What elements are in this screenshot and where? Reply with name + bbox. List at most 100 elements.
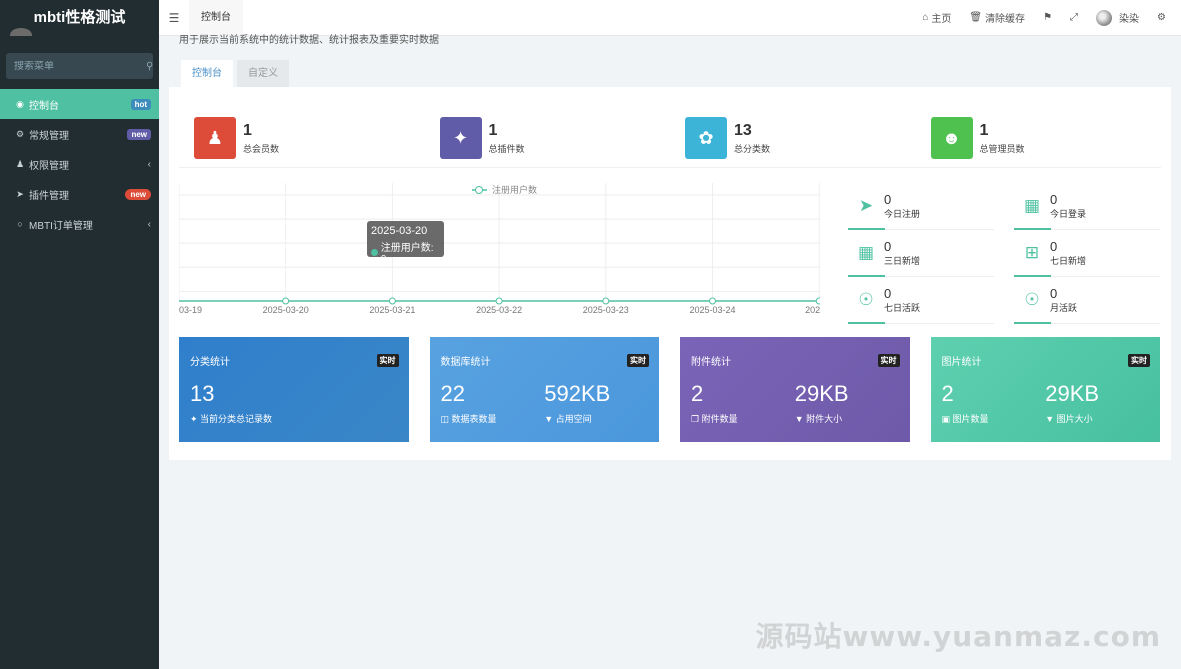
realtime-badge: 实时 — [627, 354, 649, 367]
tab-custom[interactable]: 自定义 — [237, 60, 289, 87]
new-badge: new — [127, 128, 151, 140]
mini-label: 七日新增 — [1050, 255, 1087, 266]
x-tick-label: 2025-0 — [805, 305, 820, 315]
card-label: 附件大小 — [806, 414, 843, 424]
menu-search-input[interactable] — [14, 60, 146, 72]
magic-icon: ✦ — [190, 414, 201, 424]
stat-admins: ☻ 1 总管理员数 — [915, 109, 1161, 168]
mini-stat-month-active: ☉ 0 月活跃 — [1014, 277, 1160, 324]
card-value: 2 — [941, 381, 954, 406]
language-button[interactable]: ⚑ — [1034, 12, 1061, 23]
clear-cache-label: 清除缓存 — [985, 14, 1026, 25]
magic-wand-icon: ✦ — [439, 117, 482, 159]
sidebar-item-label: 控制台 — [29, 100, 59, 112]
card-database-stats: 数据库统计 实时 22 ◫ 数据表数量 592KB ▼ 占用空间 — [429, 337, 659, 442]
tooltip-date: 2025-03-20 — [371, 225, 428, 237]
card-title: 分类统计 — [190, 357, 230, 368]
mini-stat-today-register: ➤ 0 今日注册 — [848, 183, 994, 230]
data-point — [282, 297, 290, 305]
language-icon: ⚑ — [1043, 12, 1053, 23]
search-icon[interactable]: ⚲ — [146, 61, 153, 72]
fullscreen-icon: ⤢ — [1070, 12, 1079, 23]
trash-icon: 🗑 — [969, 12, 983, 23]
tab-console[interactable]: 控制台 — [181, 60, 233, 87]
stat-label: 总分类数 — [734, 143, 771, 154]
sidebar-item-label: 权限管理 — [29, 160, 69, 172]
new-badge: new — [125, 188, 151, 200]
app-title-text: mbti性格测试 — [33, 9, 126, 26]
user-icon: ☻ — [930, 117, 973, 159]
sidebar-menu: ◉ 控制台 hot ⚙ 常规管理 new ♟ 权限管理 ‹ ➤ 插件管理 new… — [0, 89, 159, 239]
stat-label: 总插件数 — [488, 143, 525, 154]
gear-icon: ⚙ — [1157, 12, 1166, 23]
tab-dashboard[interactable]: 控制台 — [189, 0, 243, 36]
main-content: 用于展示当前系统中的统计数据、统计报表及重要实时数据 控制台 自定义 ♟ 1 总会… — [169, 36, 1171, 460]
avatar — [10, 28, 32, 36]
group-icon: ♟ — [15, 158, 25, 169]
stat-value: 1 — [243, 121, 252, 139]
data-point — [815, 297, 820, 305]
sidebar-item-general[interactable]: ⚙ 常规管理 new — [0, 119, 159, 149]
rocket-icon: ➤ — [858, 196, 874, 215]
mini-stat-seven-day: ⊞ 0 七日新增 — [1014, 230, 1160, 277]
clone-icon: ❐ — [691, 414, 702, 424]
data-point — [602, 297, 610, 305]
user-circle-icon: ☉ — [1024, 290, 1040, 309]
x-tick-label: 2025-03-24 — [689, 305, 735, 315]
topbar: ☰ 控制台 ⌂ 主页 🗑 清除缓存 ⚑ ⤢ 染染 ⚙ — [159, 0, 1181, 36]
card-label: 附件数量 — [701, 414, 738, 424]
mini-value: 0 — [884, 238, 892, 254]
mini-value: 0 — [884, 285, 892, 301]
settings-button[interactable]: ⚙ — [1148, 12, 1175, 23]
sidebar-item-label: 插件管理 — [29, 190, 69, 202]
mini-label: 今日注册 — [884, 208, 921, 219]
realtime-badge: 实时 — [877, 354, 900, 367]
stat-label: 总管理员数 — [979, 143, 1025, 154]
mini-value: 0 — [1050, 238, 1058, 254]
sidebar-item-mbti-orders[interactable]: ○ MBTI订单管理 ‹ — [0, 209, 159, 239]
sidebar-item-dashboard[interactable]: ◉ 控制台 hot — [0, 89, 159, 119]
user-menu[interactable]: 染染 — [1087, 9, 1148, 26]
card-category-stats: 分类统计 实时 13 ✦ 当前分类总记录数 — [179, 337, 409, 442]
sidebar-item-plugins[interactable]: ➤ 插件管理 new — [0, 179, 159, 209]
mini-value: 0 — [884, 191, 892, 207]
registration-chart: 03-19 2025-03-20 2025-03-21 2025-03-22 2025-… — [179, 183, 820, 323]
card-label: 占用空间 — [555, 414, 592, 424]
mini-stats: ➤ 0 今日注册 ▦ 0 今日登录 ▦ 0 三日新增 ⊞ 0 七日新增 ☉ 0 七日活跃 ☉ 0 月活跃 — [848, 183, 1160, 324]
cogs-icon: ⚙ — [15, 128, 25, 139]
data-point — [388, 297, 396, 305]
app-title[interactable]: mbti性格测试 — [0, 0, 159, 36]
users-icon: ♟ — [194, 117, 236, 159]
sidebar-item-label: MBTI订单管理 — [29, 220, 93, 232]
card-value: 29KB — [1045, 381, 1100, 406]
fullscreen-button[interactable]: ⤢ — [1061, 12, 1087, 23]
chart-tooltip: 2025-03-20 注册用户数: 0 — [367, 221, 444, 265]
sidebar-item-permissions[interactable]: ♟ 权限管理 ‹ — [0, 149, 159, 179]
image-icon: ▣ — [941, 414, 953, 424]
card-value: 22 — [440, 381, 465, 406]
user-circle-icon: ☉ — [858, 290, 874, 309]
chevron-left-icon: ‹ — [147, 158, 151, 170]
mini-value: 0 — [1050, 191, 1058, 207]
menu-toggle-icon[interactable]: ☰ — [159, 11, 189, 25]
calendar-icon: ▦ — [857, 243, 875, 262]
legend-label: 注册用户数 — [492, 184, 537, 195]
clear-cache-button[interactable]: 🗑 清除缓存 — [960, 10, 1034, 25]
sidebar-item-label: 常规管理 — [29, 130, 69, 142]
home-link[interactable]: ⌂ 主页 — [913, 10, 960, 25]
card-title: 图片统计 — [941, 357, 982, 368]
data-point — [709, 297, 716, 305]
stat-value: 1 — [979, 121, 989, 139]
card-label: 当前分类总记录数 — [200, 414, 273, 424]
realtime-badge: 实时 — [376, 354, 399, 367]
card-value: 2 — [691, 381, 704, 406]
tooltip-dot — [371, 248, 378, 256]
card-value: 13 — [190, 381, 215, 406]
card-image-stats: 图片统计 实时 2 ▣ 图片数量 29KB ▼ 图片大小 — [930, 337, 1160, 442]
menu-search: ⚲ — [6, 53, 153, 79]
filter-icon: ▼ — [544, 414, 556, 424]
stat-members: ♟ 1 总会员数 — [179, 109, 425, 168]
home-icon: ⌂ — [922, 12, 929, 23]
card-title: 附件统计 — [691, 357, 731, 368]
data-point — [495, 297, 503, 305]
